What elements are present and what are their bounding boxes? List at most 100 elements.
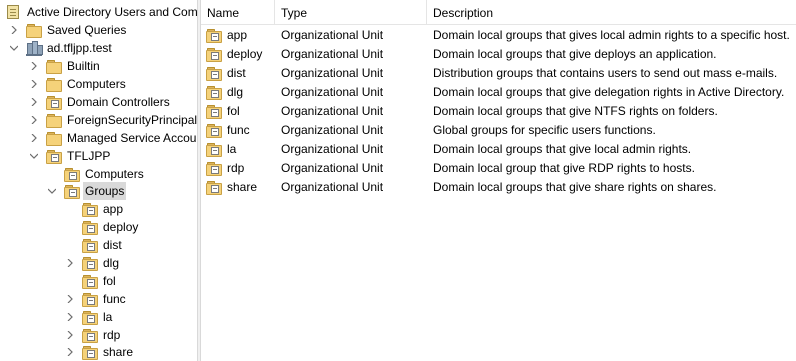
- table-row[interactable]: fol Organizational Unit Domain local group…: [201, 102, 796, 121]
- ou-folder-icon: [82, 202, 98, 217]
- tree-node-deploy[interactable]: deploy: [64, 218, 138, 236]
- tree-root-node[interactable]: Active Directory Users and Com: [6, 3, 197, 21]
- chevron-right-icon[interactable]: [64, 293, 76, 305]
- tree-node-label: deploy: [103, 220, 139, 234]
- tree-node-label: Groups: [83, 182, 127, 200]
- row-description: Distribution groups that contains users …: [433, 66, 778, 80]
- chevron-down-icon[interactable]: [46, 185, 58, 197]
- row-name: fol: [227, 104, 240, 118]
- tree-node-label: fol: [103, 274, 116, 288]
- chevron-right-icon[interactable]: [8, 24, 20, 36]
- chevron-right-icon[interactable]: [64, 346, 76, 358]
- tree-node-domain[interactable]: ad.tfljpp.test: [10, 39, 112, 57]
- row-description: Domain local groups that give deploys an…: [433, 47, 717, 61]
- row-type: Organizational Unit: [281, 161, 384, 175]
- column-header-description[interactable]: Description: [427, 0, 796, 25]
- ou-folder-icon: [82, 220, 98, 235]
- chevron-right-icon[interactable]: [28, 78, 40, 90]
- tree-node-label: app: [103, 202, 124, 216]
- tree-node-label: Computers: [67, 77, 126, 91]
- active-directory-icon: [6, 4, 22, 20]
- row-description: Domain local groups that give NTFS right…: [433, 104, 718, 118]
- folder-icon: [46, 113, 62, 128]
- tree-node-computers[interactable]: Computers: [28, 75, 126, 93]
- folder-icon: [46, 59, 62, 74]
- chevron-right-icon[interactable]: [64, 329, 76, 341]
- tree-node-label: func: [103, 292, 126, 306]
- name-cell: share: [206, 178, 257, 197]
- tree-node-label: rdp: [103, 328, 121, 342]
- tree-node-app[interactable]: app: [64, 200, 123, 218]
- chevron-down-icon[interactable]: [28, 150, 40, 162]
- ou-folder-icon: [82, 292, 98, 307]
- row-description: Domain local group that give RDP rights …: [433, 161, 695, 175]
- tree-node-dist[interactable]: dist: [64, 236, 122, 254]
- table-row[interactable]: share Organizational Unit Domain local gro…: [201, 178, 796, 197]
- ou-folder-icon: [82, 256, 98, 271]
- list-header: Name Type Description: [201, 0, 796, 25]
- console-tree[interactable]: Active Directory Users and Com Saved Que…: [0, 0, 197, 361]
- ou-folder-icon: [206, 67, 222, 81]
- tree-node-label: Saved Queries: [47, 23, 127, 37]
- tree-node-share[interactable]: share: [64, 343, 133, 361]
- tree-node-dlg[interactable]: dlg: [64, 254, 119, 272]
- chevron-right-icon[interactable]: [28, 132, 40, 144]
- column-header-type[interactable]: Type: [275, 0, 427, 25]
- row-name: rdp: [227, 161, 245, 175]
- tree-node-groups[interactable]: Groups: [46, 182, 127, 200]
- table-row[interactable]: dlg Organizational Unit Domain local group…: [201, 83, 796, 102]
- table-row[interactable]: la Organizational Unit Domain local groups…: [201, 140, 796, 159]
- table-row[interactable]: deploy Organizational Unit Domain local gr…: [201, 45, 796, 64]
- name-cell: func: [206, 121, 250, 140]
- chevron-right-icon[interactable]: [64, 257, 76, 269]
- folder-icon: [46, 131, 62, 146]
- tree-node-func[interactable]: func: [64, 290, 126, 308]
- row-description: Domain local groups that give share righ…: [433, 180, 717, 194]
- row-name: func: [227, 123, 250, 137]
- tree-node-la[interactable]: la: [64, 308, 112, 326]
- name-cell: deploy: [206, 45, 262, 64]
- ou-folder-icon: [206, 105, 222, 119]
- name-cell: la: [206, 140, 236, 159]
- tree-node-tfljpp[interactable]: TFLJPP: [28, 147, 110, 165]
- column-header-name[interactable]: Name: [201, 0, 275, 25]
- ou-folder-icon: [82, 345, 98, 360]
- tree-node-saved-queries[interactable]: Saved Queries: [10, 21, 126, 39]
- name-cell: dist: [206, 64, 246, 83]
- table-row[interactable]: func Organizational Unit Global groups for…: [201, 121, 796, 140]
- tree-node-foreign-security-principals[interactable]: ForeignSecurityPrincipals: [28, 111, 197, 129]
- chevron-right-icon[interactable]: [64, 311, 76, 323]
- ou-folder-icon: [46, 95, 62, 110]
- chevron-down-icon[interactable]: [8, 42, 20, 54]
- row-name: deploy: [227, 47, 263, 61]
- details-list[interactable]: Name Type Description app Organizational …: [201, 0, 796, 361]
- tree-node-domain-controllers[interactable]: Domain Controllers: [28, 93, 170, 111]
- tree-node-rdp[interactable]: rdp: [64, 326, 120, 344]
- row-description: Domain local groups that give local admi…: [433, 142, 692, 156]
- row-description: Domain local groups that gives local adm…: [433, 28, 790, 42]
- tree-node-managed-service-accounts[interactable]: Managed Service Accour: [28, 129, 197, 147]
- table-row[interactable]: app Organizational Unit Domain local group…: [201, 26, 796, 45]
- tree-root-label: Active Directory Users and Com: [27, 5, 197, 19]
- ou-folder-icon: [82, 274, 98, 289]
- tree-node-fol[interactable]: fol: [64, 272, 116, 290]
- tree-node-tfljpp-computers[interactable]: Computers: [46, 165, 144, 183]
- row-type: Organizational Unit: [281, 104, 384, 118]
- row-type: Organizational Unit: [281, 180, 384, 194]
- chevron-right-icon[interactable]: [28, 60, 40, 72]
- table-row[interactable]: dist Organizational Unit Distribution grou…: [201, 64, 796, 83]
- ou-folder-icon: [206, 48, 222, 62]
- chevron-right-icon[interactable]: [28, 114, 40, 126]
- row-type: Organizational Unit: [281, 142, 384, 156]
- table-row[interactable]: rdp Organizational Unit Domain local group…: [201, 159, 796, 178]
- chevron-right-icon[interactable]: [28, 96, 40, 108]
- ou-folder-icon: [206, 29, 222, 43]
- tree-node-label: la: [103, 310, 113, 324]
- row-name: dist: [227, 66, 246, 80]
- tree-node-label: dlg: [103, 256, 120, 270]
- tree-node-label: TFLJPP: [67, 149, 111, 163]
- ou-folder-icon: [206, 124, 222, 138]
- ou-folder-icon: [82, 310, 98, 325]
- row-type: Organizational Unit: [281, 85, 384, 99]
- tree-node-builtin[interactable]: Builtin: [28, 57, 100, 75]
